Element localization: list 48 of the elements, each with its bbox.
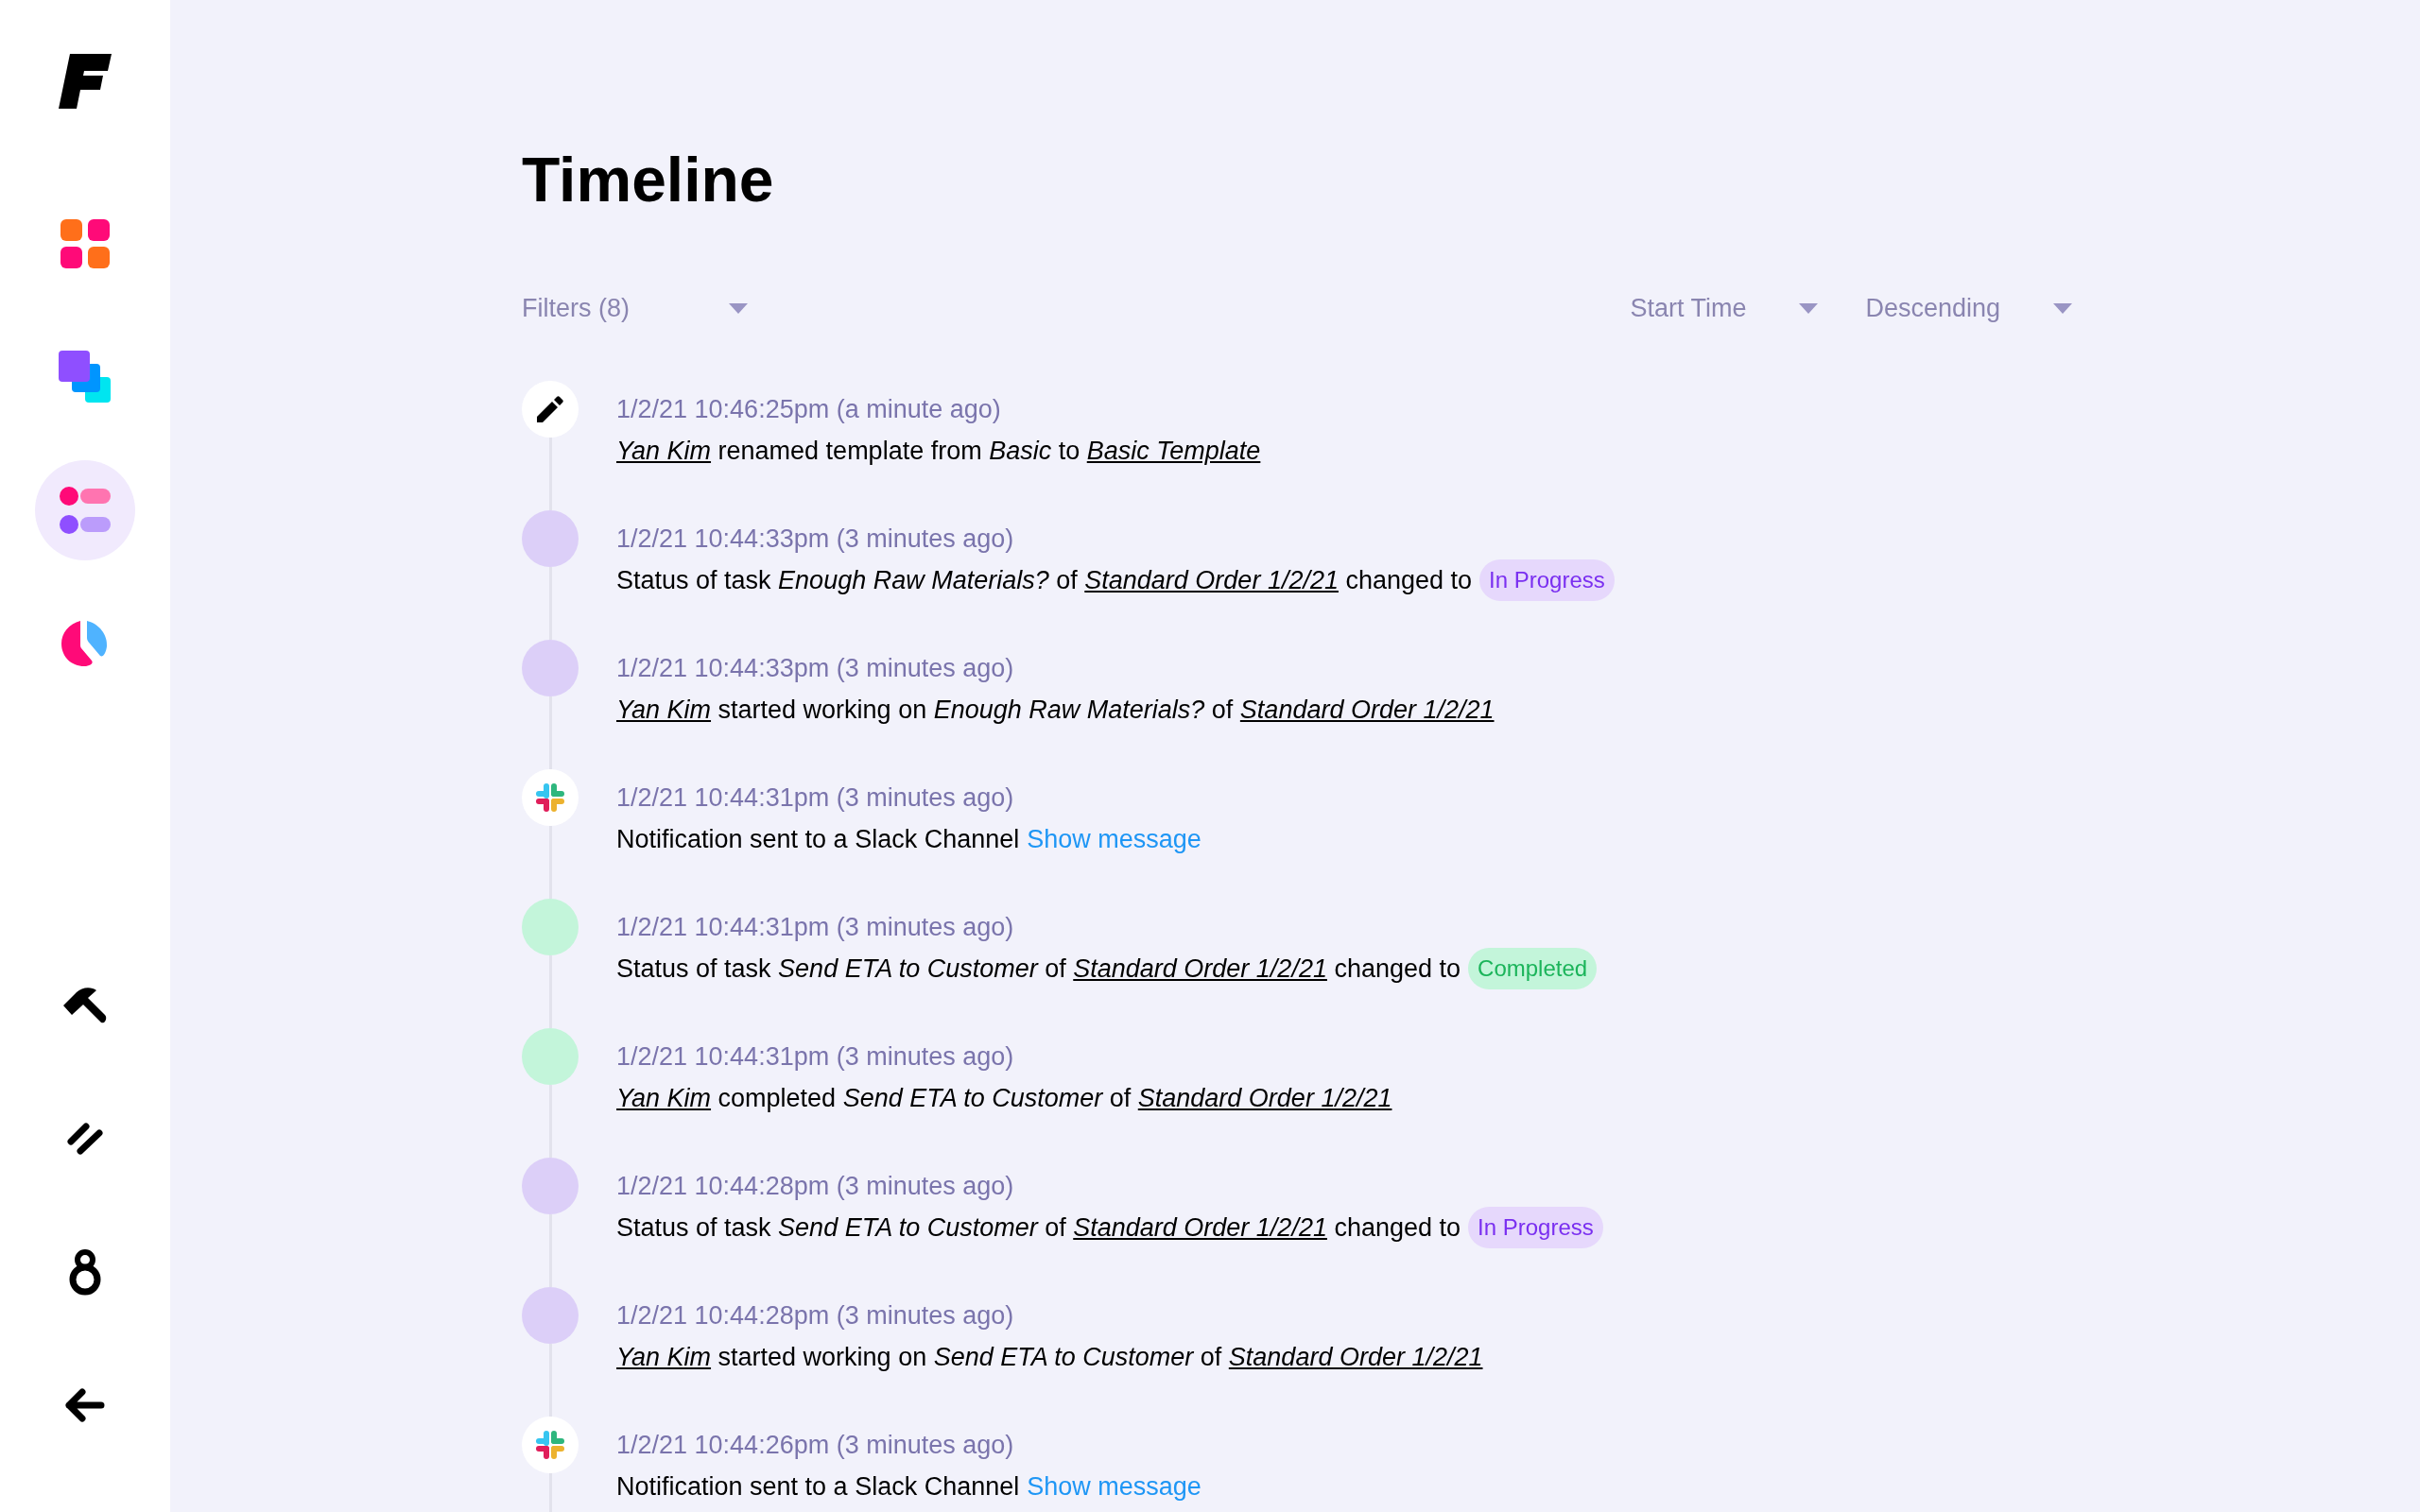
event-description: Status of task Enough Raw Materials? of Standard Order 1/2/21 changed to [616, 565, 1473, 596]
event-time: 1/2/21 10:46:25pm (a minute ago) [616, 394, 1002, 425]
status-badge: In Progress [1479, 559, 1615, 601]
link[interactable]: Standard Order 1/2/21 [1239, 696, 1495, 724]
status-badge: Completed [1468, 948, 1598, 989]
link[interactable]: Standard Order 1/2/21 [1228, 1343, 1483, 1371]
link[interactable]: Standard Order 1/2/21 [1073, 1213, 1327, 1242]
hammer-icon [63, 987, 107, 1024]
event-description: Yan Kim renamed template from Basic to Basic Template [616, 436, 1261, 467]
logo-icon [59, 54, 112, 109]
event-time: 1/2/21 10:44:28pm (3 minutes ago) [616, 1300, 1015, 1332]
event-description: Yan Kim started working on Enough Raw Materials? of Standard Order 1/2/21 [616, 695, 1495, 726]
back-arrow-icon [65, 1388, 105, 1422]
link[interactable]: Standard Order 1/2/21 [1084, 566, 1339, 594]
link[interactable]: Yan Kim [616, 1084, 712, 1112]
event-time: 1/2/21 10:44:31pm (3 minutes ago) [616, 912, 1015, 943]
hash-logo-icon [536, 783, 564, 812]
page-title: Timeline [522, 144, 775, 216]
link[interactable]: Yan Kim [616, 437, 712, 465]
event-time: 1/2/21 10:44:33pm (3 minutes ago) [616, 653, 1015, 684]
link[interactable]: Basic Template [1086, 437, 1261, 465]
pencil-icon [537, 396, 563, 422]
caret-icon [1799, 302, 1819, 314]
grid-icon [60, 219, 110, 268]
event-description: Status of task Send ETA to Customer of Standard Order 1/2/21 changed to [616, 1212, 1461, 1244]
link[interactable]: Yan Kim [616, 1343, 712, 1371]
event-time: 1/2/21 10:44:28pm (3 minutes ago) [616, 1171, 1015, 1202]
link[interactable]: Yan Kim [616, 696, 712, 724]
eight-icon [69, 1248, 101, 1296]
event-time: 1/2/21 10:44:31pm (3 minutes ago) [616, 1041, 1015, 1073]
list-icon [60, 487, 111, 534]
layers-icon [59, 351, 112, 404]
pie-chart-icon [61, 620, 109, 667]
event-description: Status of task Send ETA to Customer of Standard Order 1/2/21 changed to [616, 954, 1461, 985]
event-description: Notification sent to a Slack Channel [616, 1471, 1020, 1503]
status-badge: In Progress [1468, 1207, 1603, 1248]
slashes-icon [67, 1122, 103, 1156]
link[interactable]: Standard Order 1/2/21 [1137, 1084, 1392, 1112]
caret-icon [2053, 302, 2072, 314]
event-time: 1/2/21 10:44:31pm (3 minutes ago) [616, 782, 1015, 814]
event-description: Notification sent to a Slack Channel [616, 824, 1020, 855]
event-description: Yan Kim started working on Send ETA to Customer of Standard Order 1/2/21 [616, 1342, 1483, 1373]
event-time: 1/2/21 10:44:26pm (3 minutes ago) [616, 1430, 1015, 1461]
event-description: Yan Kim completed Send ETA to Customer of Standard Order 1/2/21 [616, 1083, 1392, 1114]
event-time: 1/2/21 10:44:33pm (3 minutes ago) [616, 524, 1015, 555]
link[interactable]: Standard Order 1/2/21 [1073, 954, 1327, 983]
caret-icon [729, 302, 748, 314]
hash-logo-icon [536, 1431, 564, 1459]
